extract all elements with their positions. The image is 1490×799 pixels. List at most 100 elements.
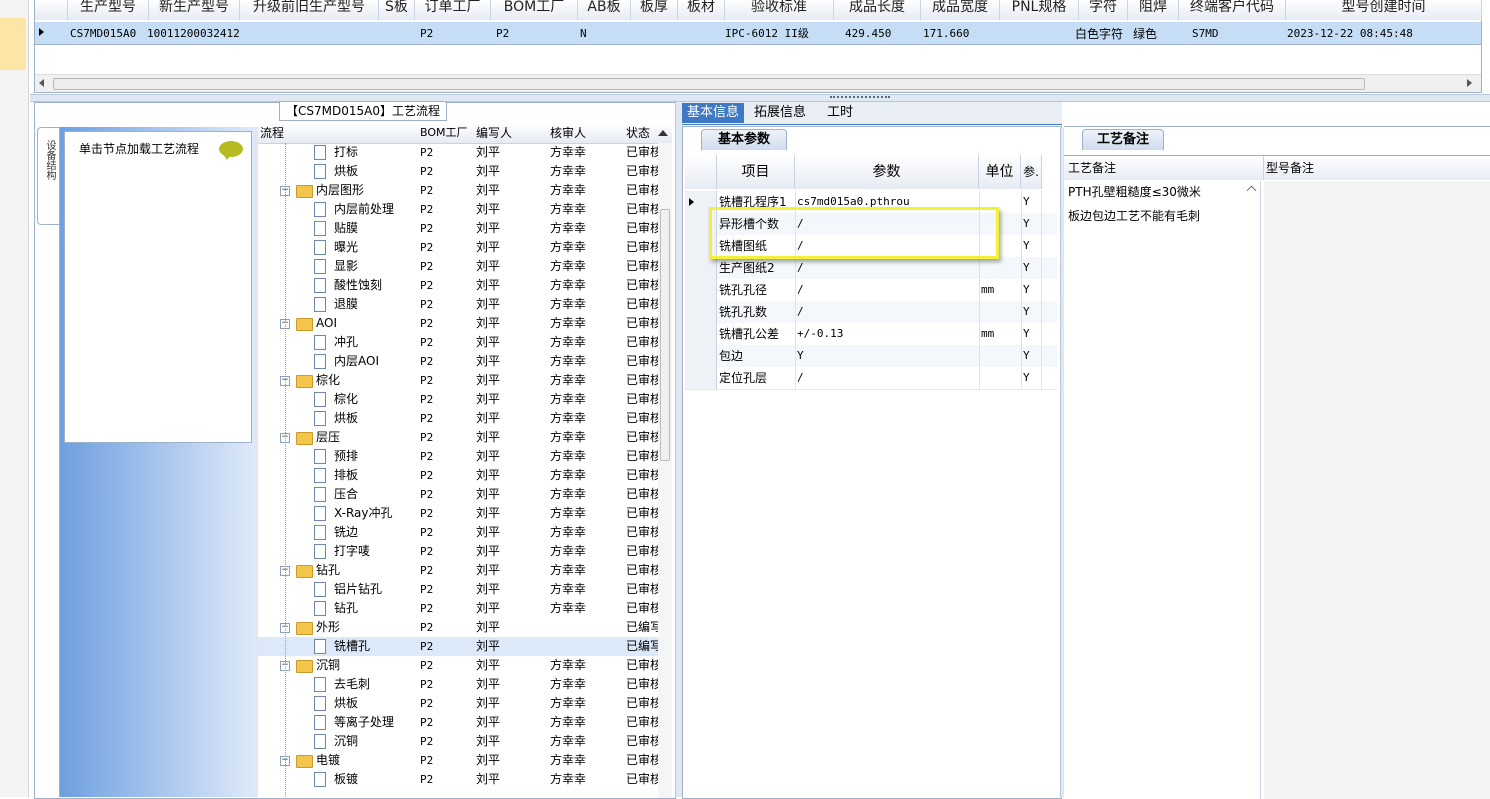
param-cell-flag[interactable]: Y — [1023, 257, 1041, 279]
param-cell-flag[interactable]: Y — [1023, 301, 1041, 323]
scroll-right-arrow-icon[interactable] — [1467, 79, 1472, 87]
tree-cell-status[interactable]: 已审核 — [626, 770, 658, 789]
tree-node[interactable]: 铣边 — [258, 523, 416, 542]
param-cell-unit[interactable] — [981, 367, 1019, 389]
cell-length[interactable]: 429.450 — [845, 24, 891, 44]
param-cell-param[interactable]: / — [797, 301, 977, 323]
cell-created[interactable]: 2023-12-22 08:45:48 — [1287, 24, 1413, 44]
tree-row[interactable]: 酸性蚀刻 P2 刘平 方幸幸 已审核 — [258, 276, 658, 295]
tree-col-flow[interactable]: 流程 — [260, 123, 284, 143]
tree-row[interactable]: 去毛刺 P2 刘平 方幸幸 已审核 — [258, 675, 658, 694]
tree-cell-reviewer[interactable]: 方幸幸 — [550, 504, 620, 523]
tree-cell-status[interactable]: 已审核 — [626, 238, 658, 257]
col-header[interactable]: 阻焊 — [1128, 0, 1179, 20]
col-header[interactable]: BOM工厂 — [491, 0, 578, 20]
tree-col-reviewer[interactable]: 核审人 — [550, 123, 586, 143]
tree-col-writer[interactable]: 编写人 — [476, 123, 512, 143]
tree-node[interactable]: 贴膜 — [258, 219, 416, 238]
tree-cell-writer[interactable]: 刘平 — [476, 295, 546, 314]
tree-cell-reviewer[interactable]: 方幸幸 — [550, 219, 620, 238]
col-header[interactable]: 板厚 — [631, 0, 678, 20]
tree-cell-status[interactable]: 已审核 — [626, 352, 658, 371]
tree-cell-writer[interactable]: 刘平 — [476, 314, 546, 333]
model-notes-area[interactable] — [1264, 181, 1490, 799]
tree-cell-writer[interactable]: 刘平 — [476, 219, 546, 238]
param-cell-item[interactable]: 生产图纸2 — [719, 257, 795, 279]
tab-process-notes[interactable]: 工艺备注 — [1082, 129, 1164, 150]
col-header[interactable]: 订单工厂 — [415, 0, 491, 20]
tree-cell-writer[interactable]: 刘平 — [476, 181, 546, 200]
param-cell-param[interactable]: / — [797, 257, 977, 279]
tree-node[interactable]: 预排 — [258, 447, 416, 466]
tree-cell-status[interactable]: 已审核 — [626, 485, 658, 504]
col-header[interactable]: 成品宽度 — [921, 0, 1000, 20]
param-cell-flag[interactable]: Y — [1023, 323, 1041, 345]
tree-vscrollbar[interactable] — [658, 143, 672, 798]
tree-cell-reviewer[interactable]: 方幸幸 — [550, 257, 620, 276]
tree-cell-writer[interactable]: 刘平 — [476, 333, 546, 352]
tree-row[interactable]: 显影 P2 刘平 方幸幸 已审核 — [258, 257, 658, 276]
tree-cell-reviewer[interactable]: 方幸幸 — [550, 732, 620, 751]
param-cell-item[interactable]: 定位孔层 — [719, 367, 795, 389]
tree-row[interactable]: 等离子处理 P2 刘平 方幸幸 已审核 — [258, 713, 658, 732]
tree-cell-writer[interactable]: 刘平 — [476, 599, 546, 618]
tree-row[interactable]: 铝片钻孔 P2 刘平 方幸幸 已审核 — [258, 580, 658, 599]
tree-row[interactable]: 内层前处理 P2 刘平 方幸幸 已审核 — [258, 200, 658, 219]
tree-col-bom[interactable]: BOM工厂 — [420, 123, 468, 143]
tree-cell-status[interactable]: 已审核 — [626, 713, 658, 732]
param-cell-flag[interactable]: Y — [1023, 235, 1041, 257]
tree-cell-writer[interactable]: 刘平 — [476, 466, 546, 485]
tree-node[interactable]: − 层压 — [258, 428, 416, 447]
tree-cell-writer[interactable]: 刘平 — [476, 200, 546, 219]
row-header[interactable] — [685, 257, 717, 279]
row-header[interactable] — [685, 323, 717, 345]
tree-node[interactable]: 钻孔 — [258, 599, 416, 618]
tree-row[interactable]: 铣边 P2 刘平 方幸幸 已审核 — [258, 523, 658, 542]
tree-cell-reviewer[interactable]: 方幸幸 — [550, 295, 620, 314]
tree-row[interactable]: 铣槽孔 P2 刘平 已编写 — [258, 637, 658, 656]
tree-node[interactable]: 沉铜 — [258, 732, 416, 751]
col-header[interactable]: PNL规格 — [1000, 0, 1079, 20]
tree-cell-writer[interactable]: 刘平 — [476, 371, 546, 390]
tree-cell-status[interactable]: 已审核 — [626, 599, 658, 618]
tree-cell-status[interactable]: 已审核 — [626, 656, 658, 675]
tree-node[interactable]: 曝光 — [258, 238, 416, 257]
tree-row[interactable]: 烘板 P2 刘平 方幸幸 已审核 — [258, 694, 658, 713]
tree-cell-writer[interactable]: 刘平 — [476, 447, 546, 466]
tree-node[interactable]: 铝片钻孔 — [258, 580, 416, 599]
tree-cell-status[interactable]: 已审核 — [626, 257, 658, 276]
tree-row[interactable]: 预排 P2 刘平 方幸幸 已审核 — [258, 447, 658, 466]
param-cell-item[interactable]: 铣槽孔公差 — [719, 323, 795, 345]
tree-cell-reviewer[interactable]: 方幸幸 — [550, 162, 620, 181]
param-cell-flag[interactable]: Y — [1023, 191, 1041, 213]
param-cell-unit[interactable] — [981, 301, 1019, 323]
tree-cell-status[interactable]: 已审核 — [626, 219, 658, 238]
tree-cell-reviewer[interactable]: 方幸幸 — [550, 238, 620, 257]
tree-cell-status[interactable]: 已审核 — [626, 523, 658, 542]
tree-cell-writer[interactable]: 刘平 — [476, 276, 546, 295]
col-header[interactable]: 成品长度 — [834, 0, 921, 20]
tree-cell-writer[interactable]: 刘平 — [476, 504, 546, 523]
tree-cell-reviewer[interactable]: 方幸幸 — [550, 352, 620, 371]
tree-cell-status[interactable]: 已审核 — [626, 751, 658, 770]
tab-work-hours[interactable]: 工时 — [820, 103, 860, 123]
tree-row[interactable]: 退膜 P2 刘平 方幸幸 已审核 — [258, 295, 658, 314]
row-header[interactable] — [685, 279, 717, 301]
param-cell-item[interactable]: 包边 — [719, 345, 795, 367]
tree-node[interactable]: 打字唛 — [258, 542, 416, 561]
tree-cell-reviewer[interactable]: 方幸幸 — [550, 656, 620, 675]
tree-cell-reviewer[interactable]: 方幸幸 — [550, 485, 620, 504]
hint-box[interactable]: 单击节点加载工艺流程 — [64, 131, 252, 443]
param-cell-item[interactable]: 铣孔孔数 — [719, 301, 795, 323]
tree-row[interactable]: − 电镀 P2 刘平 方幸幸 已审核 — [258, 751, 658, 770]
param-cell-flag[interactable]: Y — [1023, 345, 1041, 367]
tree-row[interactable]: 打标 P2 刘平 方幸幸 已审核 — [258, 143, 658, 162]
tree-row[interactable]: − 外形 P2 刘平 已编写 — [258, 618, 658, 637]
tree-row[interactable]: 曝光 P2 刘平 方幸幸 已审核 — [258, 238, 658, 257]
tree-cell-status[interactable]: 已审核 — [626, 561, 658, 580]
tree-cell-reviewer[interactable]: 方幸幸 — [550, 143, 620, 162]
col-header[interactable]: 板材 — [678, 0, 725, 20]
tree-node[interactable]: 退膜 — [258, 295, 416, 314]
tree-cell-writer[interactable]: 刘平 — [476, 675, 546, 694]
tree-row[interactable]: 压合 P2 刘平 方幸幸 已审核 — [258, 485, 658, 504]
